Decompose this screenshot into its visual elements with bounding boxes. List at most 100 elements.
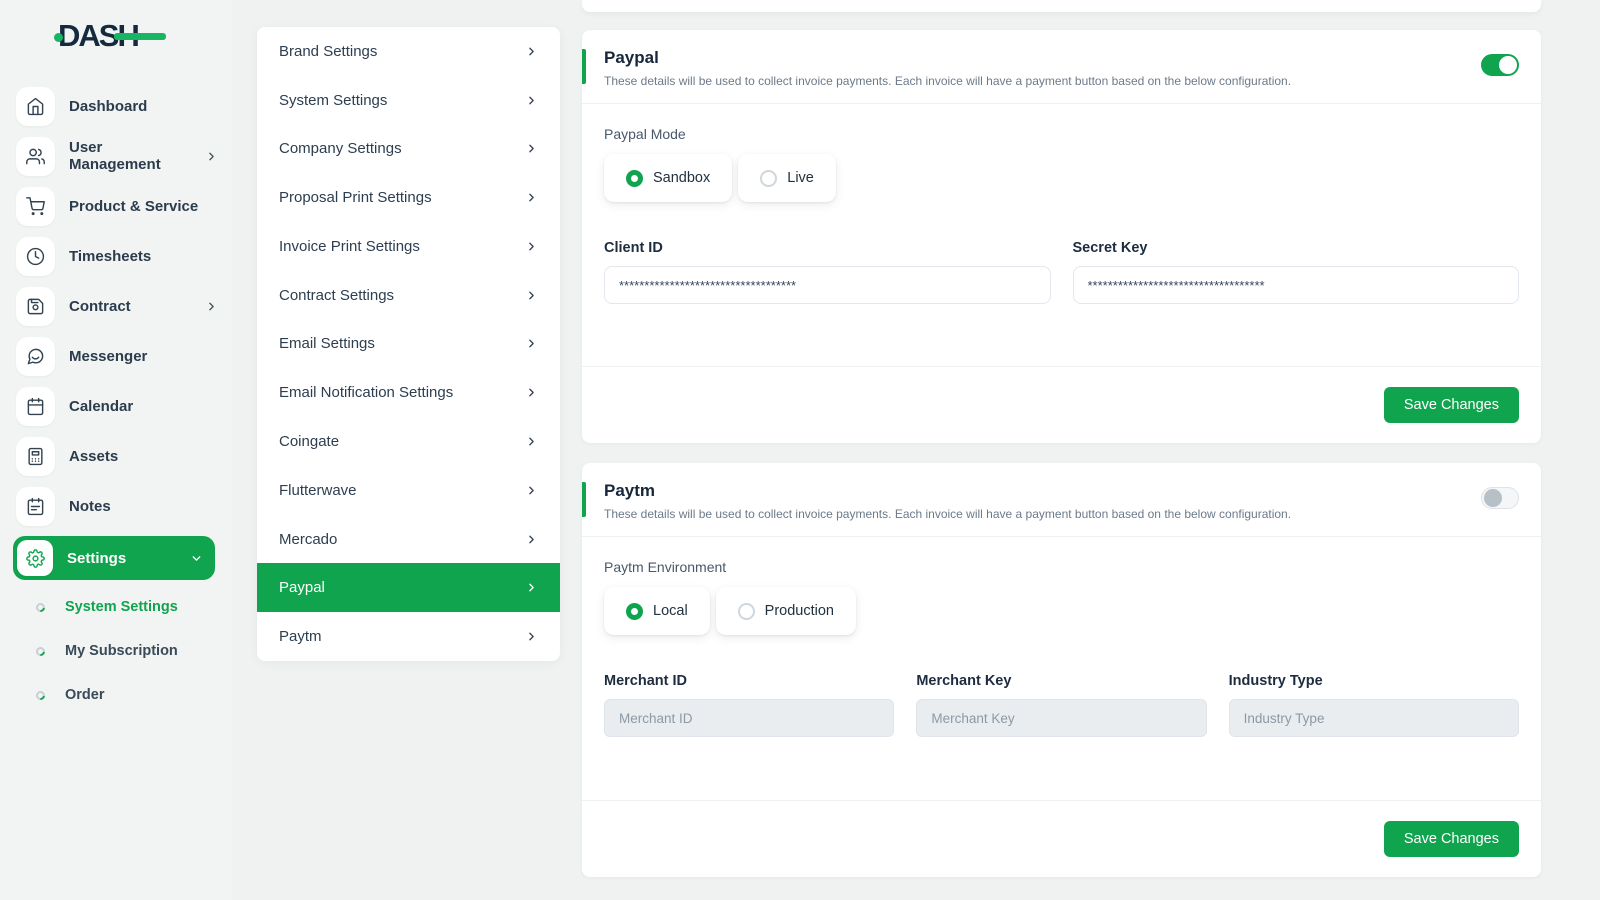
sidebar-item-messenger[interactable]: Messenger xyxy=(0,336,232,376)
radio-option-sandbox[interactable]: Sandbox xyxy=(604,154,732,202)
merchant-id-input[interactable] xyxy=(604,699,894,737)
app-logo: DASH xyxy=(58,16,138,56)
notes-icon xyxy=(16,487,55,526)
chat-icon xyxy=(16,337,55,376)
clock-icon xyxy=(16,237,55,276)
contract-icon xyxy=(16,287,55,326)
sidebar-item-label: Dashboard xyxy=(69,98,218,115)
sidebar-item-user-management[interactable]: User Management xyxy=(0,136,232,176)
menu-item-label: Invoice Print Settings xyxy=(279,238,420,255)
sidebar-item-label: Settings xyxy=(67,550,176,567)
paypal-card-footer: Save Changes xyxy=(582,366,1541,443)
client-id-input[interactable] xyxy=(604,266,1051,304)
toggle-knob xyxy=(1484,489,1502,507)
menu-item-proposal-print-settings[interactable]: Proposal Print Settings xyxy=(257,173,560,222)
bullet-icon xyxy=(34,645,47,658)
home-icon xyxy=(16,87,55,126)
menu-item-company-settings[interactable]: Company Settings xyxy=(257,125,560,174)
radio-option-label: Live xyxy=(787,170,814,186)
chevron-right-icon xyxy=(525,289,538,302)
chevron-right-icon xyxy=(525,191,538,204)
menu-item-coingate[interactable]: Coingate xyxy=(257,417,560,466)
paypal-mode-options: Sandbox Live xyxy=(604,154,1519,202)
field-merchant-id: Merchant ID xyxy=(604,673,894,737)
sidebar-item-label: Timesheets xyxy=(69,248,218,265)
chevron-right-icon xyxy=(525,484,538,497)
field-secret-key: Secret Key xyxy=(1073,240,1520,304)
radio-option-label: Local xyxy=(653,603,688,619)
client-id-label: Client ID xyxy=(604,240,1051,256)
sidebar-item-product-service[interactable]: Product & Service xyxy=(0,186,232,226)
paytm-environment-options: Local Production xyxy=(604,587,1519,635)
radio-option-production[interactable]: Production xyxy=(716,587,856,635)
subnav-item-system-settings[interactable]: System Settings xyxy=(0,585,232,629)
sidebar-item-dashboard[interactable]: Dashboard xyxy=(0,86,232,126)
radio-option-live[interactable]: Live xyxy=(738,154,836,202)
field-merchant-key: Merchant Key xyxy=(916,673,1206,737)
paypal-card: Paypal These details will be used to col… xyxy=(582,30,1541,443)
sidebar-item-label: Notes xyxy=(69,498,218,515)
paypal-mode-label: Paypal Mode xyxy=(604,126,1519,142)
menu-item-paypal[interactable]: Paypal xyxy=(257,563,560,612)
subnav-item-label: Order xyxy=(65,687,105,703)
subnav-item-label: System Settings xyxy=(65,599,178,615)
menu-item-flutterwave[interactable]: Flutterwave xyxy=(257,466,560,515)
menu-item-paytm[interactable]: Paytm xyxy=(257,612,560,661)
app-screen: DASH Dashboard User Management Product &… xyxy=(0,0,1600,900)
chevron-right-icon xyxy=(525,337,538,350)
radio-option-local[interactable]: Local xyxy=(604,587,710,635)
paytm-card: Paytm These details will be used to coll… xyxy=(582,463,1541,877)
paytm-card-subtitle: These details will be used to collect in… xyxy=(604,507,1519,521)
paypal-card-title: Paypal xyxy=(604,48,1519,68)
paypal-card-body: Paypal Mode Sandbox Live Client ID xyxy=(582,104,1541,366)
sidebar-item-assets[interactable]: Assets xyxy=(0,436,232,476)
paytm-card-body: Paytm Environment Local Production Merch… xyxy=(582,537,1541,800)
menu-item-email-notification-settings[interactable]: Email Notification Settings xyxy=(257,368,560,417)
chevron-right-icon xyxy=(205,300,218,313)
paytm-enable-toggle[interactable] xyxy=(1481,487,1519,509)
gear-icon xyxy=(17,540,53,576)
sidebar-item-label: User Management xyxy=(69,139,191,173)
menu-item-brand-settings[interactable]: Brand Settings xyxy=(257,27,560,76)
menu-item-system-settings[interactable]: System Settings xyxy=(257,76,560,125)
subnav-item-my-subscription[interactable]: My Subscription xyxy=(0,629,232,673)
users-icon xyxy=(16,137,55,176)
chevron-right-icon xyxy=(525,142,538,155)
paytm-save-button[interactable]: Save Changes xyxy=(1384,821,1519,857)
menu-item-label: Paypal xyxy=(279,579,325,596)
menu-item-mercado[interactable]: Mercado xyxy=(257,515,560,564)
industry-type-input[interactable] xyxy=(1229,699,1519,737)
radio-option-label: Sandbox xyxy=(653,170,710,186)
field-client-id: Client ID xyxy=(604,240,1051,304)
chevron-right-icon xyxy=(525,240,538,253)
menu-item-invoice-print-settings[interactable]: Invoice Print Settings xyxy=(257,222,560,271)
merchant-key-label: Merchant Key xyxy=(916,673,1206,689)
chevron-right-icon xyxy=(525,45,538,58)
radio-selected-icon xyxy=(626,603,643,620)
chevron-right-icon xyxy=(205,150,218,163)
chevron-right-icon xyxy=(525,435,538,448)
sidebar-item-contract[interactable]: Contract xyxy=(0,286,232,326)
secret-key-input[interactable] xyxy=(1073,266,1520,304)
sidebar-item-timesheets[interactable]: Timesheets xyxy=(0,236,232,276)
sidebar-item-settings[interactable]: Settings xyxy=(13,536,215,580)
radio-unselected-icon xyxy=(760,170,777,187)
paypal-save-button[interactable]: Save Changes xyxy=(1384,387,1519,423)
logo-dot-icon xyxy=(54,33,63,42)
menu-item-contract-settings[interactable]: Contract Settings xyxy=(257,271,560,320)
sidebar-item-calendar[interactable]: Calendar xyxy=(0,386,232,426)
field-industry-type: Industry Type xyxy=(1229,673,1519,737)
subnav-item-order[interactable]: Order xyxy=(0,673,232,717)
bullet-icon xyxy=(34,689,47,702)
radio-unselected-icon xyxy=(738,603,755,620)
settings-menu-panel: Brand Settings System Settings Company S… xyxy=(257,27,560,661)
previous-card-edge xyxy=(582,0,1541,12)
sidebar-item-notes[interactable]: Notes xyxy=(0,486,232,526)
menu-item-label: Proposal Print Settings xyxy=(279,189,432,206)
bullet-icon xyxy=(34,601,47,614)
menu-item-email-settings[interactable]: Email Settings xyxy=(257,320,560,369)
accent-bar xyxy=(582,482,586,517)
paytm-card-footer: Save Changes xyxy=(582,800,1541,877)
merchant-key-input[interactable] xyxy=(916,699,1206,737)
paypal-enable-toggle[interactable] xyxy=(1481,54,1519,76)
